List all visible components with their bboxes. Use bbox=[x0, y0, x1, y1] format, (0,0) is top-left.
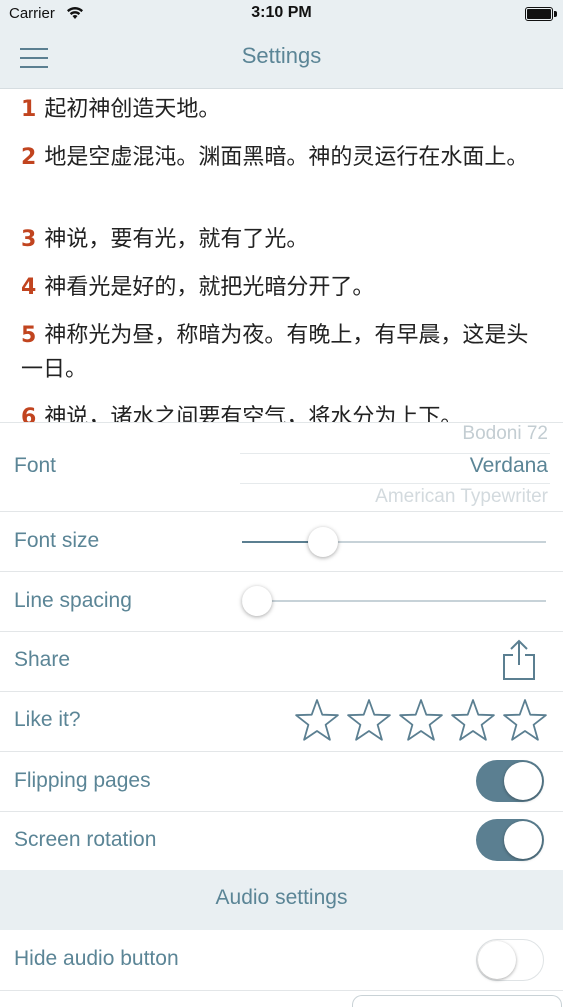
verse-text-area[interactable]: 1 起初神创造天地。 2 地是空虚混沌。渊面黑暗。神的灵运行在水面上。 3 神说，要有… bbox=[0, 89, 563, 422]
verse-text: 地是空虚混沌。渊面黑暗。神的灵运行在水面上。 bbox=[44, 145, 529, 170]
navigation-bar: Settings bbox=[0, 28, 563, 89]
battery-icon bbox=[525, 7, 557, 21]
flipping-pages-label: Flipping pages bbox=[14, 769, 151, 792]
verse-5: 5 神称光为昼，称暗为夜。有晚上，有早晨，这是头一日。 bbox=[21, 319, 546, 387]
verse-4: 4 神看光是好的，就把光暗分开了。 bbox=[21, 271, 546, 305]
verse-2: 2 地是空虚混沌。渊面黑暗。神的灵运行在水面上。 bbox=[21, 141, 546, 175]
flipping-pages-toggle[interactable] bbox=[476, 760, 544, 802]
line-spacing-label: Line spacing bbox=[14, 589, 132, 612]
star-icon[interactable] bbox=[293, 696, 341, 744]
hide-audio-button-toggle[interactable] bbox=[476, 939, 544, 981]
settings-panel: Font Bodoni 72 Verdana American Typewrit… bbox=[0, 422, 563, 1007]
share-row[interactable]: Share bbox=[0, 631, 563, 692]
clock: 3:10 PM bbox=[251, 4, 312, 21]
star-icon[interactable] bbox=[501, 696, 549, 744]
screen-rotation-row: Screen rotation bbox=[0, 811, 563, 871]
partial-control-edge bbox=[352, 995, 562, 1007]
line-spacing-row: Line spacing bbox=[0, 571, 563, 632]
star-icon[interactable] bbox=[345, 696, 393, 744]
like-it-row: Like it? bbox=[0, 691, 563, 752]
verse-number: 3 bbox=[21, 227, 37, 252]
audio-settings-section-header: Audio settings bbox=[0, 870, 563, 930]
hide-audio-button-row: Hide audio button bbox=[0, 930, 563, 991]
verse-text: 神说，诸水之间要有空气，将水分为上下。 bbox=[44, 405, 463, 422]
star-icon[interactable] bbox=[397, 696, 445, 744]
flipping-pages-row: Flipping pages bbox=[0, 751, 563, 812]
share-icon[interactable] bbox=[502, 639, 536, 681]
audio-settings-label: Audio settings bbox=[215, 886, 348, 909]
font-size-label: Font size bbox=[14, 529, 100, 552]
verse-text: 神看光是好的，就把光暗分开了。 bbox=[44, 275, 375, 300]
share-label: Share bbox=[14, 648, 71, 671]
rating-stars[interactable] bbox=[293, 696, 549, 744]
verse-3: 3 神说，要有光，就有了光。 bbox=[21, 223, 546, 257]
hide-audio-button-label: Hide audio button bbox=[14, 947, 179, 970]
verse-6: 6 神说，诸水之间要有空气，将水分为上下。 bbox=[21, 401, 546, 422]
verse-number: 2 bbox=[21, 145, 37, 170]
font-option-bodoni[interactable]: Bodoni 72 bbox=[462, 423, 548, 445]
status-bar: Carrier 3:10 PM bbox=[0, 0, 563, 28]
font-option-american-typewriter[interactable]: American Typewriter bbox=[375, 486, 548, 508]
verse-text: 起初神创造天地。 bbox=[44, 97, 221, 122]
font-picker[interactable]: Bodoni 72 Verdana American Typewriter bbox=[240, 423, 550, 511]
verse-number: 4 bbox=[21, 275, 37, 300]
verse-text: 神称光为昼，称暗为夜。有晚上，有早晨，这是头一日。 bbox=[21, 323, 529, 382]
verse-number: 6 bbox=[21, 405, 37, 422]
font-size-slider[interactable] bbox=[242, 527, 546, 557]
page-title: Settings bbox=[241, 43, 322, 68]
verse-number: 1 bbox=[21, 97, 37, 122]
line-spacing-slider-thumb[interactable] bbox=[242, 586, 272, 616]
font-row: Font Bodoni 72 Verdana American Typewrit… bbox=[0, 423, 563, 512]
star-icon[interactable] bbox=[449, 696, 497, 744]
verse-number: 5 bbox=[21, 323, 37, 348]
like-it-label: Like it? bbox=[14, 708, 81, 731]
screen-rotation-label: Screen rotation bbox=[14, 828, 157, 851]
font-size-row: Font size bbox=[0, 511, 563, 572]
font-label: Font bbox=[14, 454, 57, 477]
verse-1: 1 起初神创造天地。 bbox=[21, 93, 546, 127]
verse-text: 神说，要有光，就有了光。 bbox=[44, 227, 309, 252]
screen-rotation-toggle[interactable] bbox=[476, 819, 544, 861]
font-size-slider-thumb[interactable] bbox=[307, 527, 338, 557]
font-option-verdana[interactable]: Verdana bbox=[470, 454, 548, 478]
line-spacing-slider[interactable] bbox=[242, 586, 546, 616]
